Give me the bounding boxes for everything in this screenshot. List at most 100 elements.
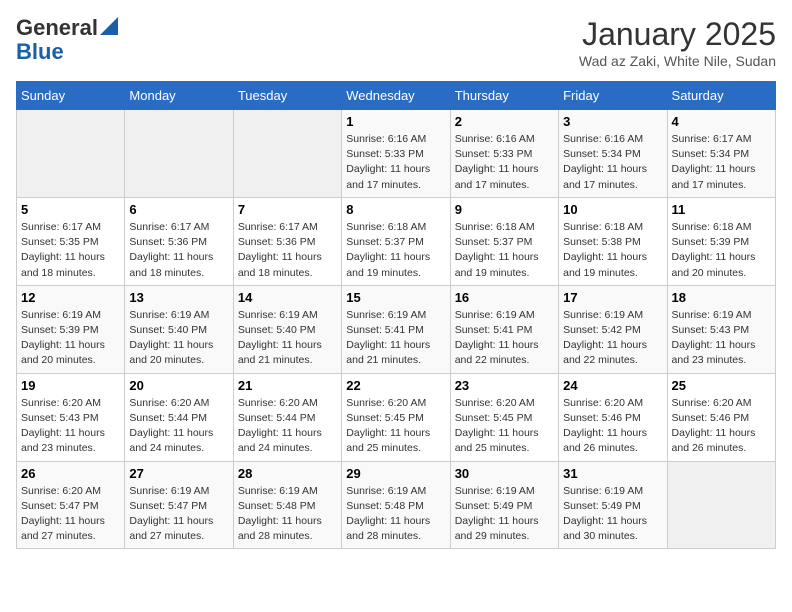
calendar-table: SundayMondayTuesdayWednesdayThursdayFrid… [16,81,776,549]
calendar-week-row: 12Sunrise: 6:19 AM Sunset: 5:39 PM Dayli… [17,285,776,373]
calendar-day-cell [233,110,341,198]
day-info: Sunrise: 6:20 AM Sunset: 5:45 PM Dayligh… [346,396,445,457]
header-day-saturday: Saturday [667,82,775,110]
day-number: 11 [672,202,771,217]
month-title: January 2025 [579,16,776,53]
header-day-wednesday: Wednesday [342,82,450,110]
logo-blue: Blue [16,39,64,64]
calendar-day-cell: 20 Sunrise: 6:20 AM Sunset: 5:44 PM Dayli… [125,373,233,461]
day-number: 24 [563,378,662,393]
day-info: Sunrise: 6:18 AM Sunset: 5:37 PM Dayligh… [455,220,554,281]
calendar-day-cell: 31Sunrise: 6:19 AM Sunset: 5:49 PM Dayli… [559,461,667,549]
calendar-day-cell: 6 Sunrise: 6:17 AM Sunset: 5:36 PM Daylig… [125,197,233,285]
day-number: 3 [563,114,662,129]
day-number: 4 [672,114,771,129]
calendar-day-cell [667,461,775,549]
logo-general: General [16,16,98,40]
day-number: 17 [563,290,662,305]
day-info: Sunrise: 6:18 AM Sunset: 5:39 PM Dayligh… [672,220,771,281]
day-info: Sunrise: 6:19 AM Sunset: 5:49 PM Dayligh… [455,484,554,545]
header-day-tuesday: Tuesday [233,82,341,110]
day-info: Sunrise: 6:19 AM Sunset: 5:41 PM Dayligh… [455,308,554,369]
day-number: 28 [238,466,337,481]
calendar-day-cell: 18 Sunrise: 6:19 AM Sunset: 5:43 PM Dayli… [667,285,775,373]
day-number: 21 [238,378,337,393]
calendar-week-row: 26 Sunrise: 6:20 AM Sunset: 5:47 PM Dayli… [17,461,776,549]
day-info: Sunrise: 6:19 AM Sunset: 5:40 PM Dayligh… [129,308,228,369]
day-info: Sunrise: 6:18 AM Sunset: 5:38 PM Dayligh… [563,220,662,281]
day-info: Sunrise: 6:20 AM Sunset: 5:43 PM Dayligh… [21,396,120,457]
day-number: 2 [455,114,554,129]
calendar-day-cell: 14Sunrise: 6:19 AM Sunset: 5:40 PM Dayli… [233,285,341,373]
calendar-header-row: SundayMondayTuesdayWednesdayThursdayFrid… [17,82,776,110]
calendar-week-row: 5 Sunrise: 6:17 AM Sunset: 5:35 PM Daylig… [17,197,776,285]
day-number: 25 [672,378,771,393]
calendar-day-cell: 10 Sunrise: 6:18 AM Sunset: 5:38 PM Dayli… [559,197,667,285]
calendar-day-cell: 3 Sunrise: 6:16 AM Sunset: 5:34 PM Daylig… [559,110,667,198]
calendar-day-cell: 9 Sunrise: 6:18 AM Sunset: 5:37 PM Daylig… [450,197,558,285]
day-info: Sunrise: 6:19 AM Sunset: 5:43 PM Dayligh… [672,308,771,369]
day-number: 9 [455,202,554,217]
day-number: 31 [563,466,662,481]
day-number: 19 [21,378,120,393]
day-number: 30 [455,466,554,481]
calendar-day-cell: 24Sunrise: 6:20 AM Sunset: 5:46 PM Dayli… [559,373,667,461]
day-info: Sunrise: 6:20 AM Sunset: 5:46 PM Dayligh… [672,396,771,457]
calendar-day-cell: 5 Sunrise: 6:17 AM Sunset: 5:35 PM Daylig… [17,197,125,285]
day-number: 16 [455,290,554,305]
calendar-day-cell: 28 Sunrise: 6:19 AM Sunset: 5:48 PM Dayli… [233,461,341,549]
day-info: Sunrise: 6:17 AM Sunset: 5:35 PM Dayligh… [21,220,120,281]
header-day-thursday: Thursday [450,82,558,110]
day-number: 12 [21,290,120,305]
day-info: Sunrise: 6:16 AM Sunset: 5:34 PM Dayligh… [563,132,662,193]
day-number: 14 [238,290,337,305]
logo-triangle-icon [100,17,118,35]
header-day-monday: Monday [125,82,233,110]
day-info: Sunrise: 6:18 AM Sunset: 5:37 PM Dayligh… [346,220,445,281]
header-day-friday: Friday [559,82,667,110]
calendar-day-cell [17,110,125,198]
day-number: 6 [129,202,228,217]
day-info: Sunrise: 6:20 AM Sunset: 5:45 PM Dayligh… [455,396,554,457]
calendar-day-cell: 16 Sunrise: 6:19 AM Sunset: 5:41 PM Dayli… [450,285,558,373]
calendar-day-cell: 29 Sunrise: 6:19 AM Sunset: 5:48 PM Dayli… [342,461,450,549]
title-block: January 2025 Wad az Zaki, White Nile, Su… [579,16,776,69]
calendar-day-cell: 25 Sunrise: 6:20 AM Sunset: 5:46 PM Dayli… [667,373,775,461]
day-info: Sunrise: 6:19 AM Sunset: 5:42 PM Dayligh… [563,308,662,369]
day-info: Sunrise: 6:19 AM Sunset: 5:41 PM Dayligh… [346,308,445,369]
calendar-day-cell [125,110,233,198]
page-header: General Blue January 2025 Wad az Zaki, W… [16,16,776,69]
calendar-week-row: 19 Sunrise: 6:20 AM Sunset: 5:43 PM Dayli… [17,373,776,461]
day-number: 26 [21,466,120,481]
calendar-day-cell: 1Sunrise: 6:16 AM Sunset: 5:33 PM Daylig… [342,110,450,198]
header-day-sunday: Sunday [17,82,125,110]
day-info: Sunrise: 6:20 AM Sunset: 5:44 PM Dayligh… [238,396,337,457]
day-info: Sunrise: 6:19 AM Sunset: 5:48 PM Dayligh… [238,484,337,545]
day-number: 7 [238,202,337,217]
day-number: 10 [563,202,662,217]
calendar-day-cell: 2 Sunrise: 6:16 AM Sunset: 5:33 PM Daylig… [450,110,558,198]
day-info: Sunrise: 6:19 AM Sunset: 5:48 PM Dayligh… [346,484,445,545]
calendar-day-cell: 7Sunrise: 6:17 AM Sunset: 5:36 PM Daylig… [233,197,341,285]
day-number: 18 [672,290,771,305]
day-number: 29 [346,466,445,481]
day-info: Sunrise: 6:20 AM Sunset: 5:47 PM Dayligh… [21,484,120,545]
day-info: Sunrise: 6:17 AM Sunset: 5:36 PM Dayligh… [129,220,228,281]
day-number: 20 [129,378,228,393]
calendar-day-cell: 17 Sunrise: 6:19 AM Sunset: 5:42 PM Dayli… [559,285,667,373]
calendar-day-cell: 26 Sunrise: 6:20 AM Sunset: 5:47 PM Dayli… [17,461,125,549]
calendar-day-cell: 8 Sunrise: 6:18 AM Sunset: 5:37 PM Daylig… [342,197,450,285]
calendar-day-cell: 19 Sunrise: 6:20 AM Sunset: 5:43 PM Dayli… [17,373,125,461]
calendar-day-cell: 4 Sunrise: 6:17 AM Sunset: 5:34 PM Daylig… [667,110,775,198]
calendar-day-cell: 21 Sunrise: 6:20 AM Sunset: 5:44 PM Dayli… [233,373,341,461]
day-number: 5 [21,202,120,217]
day-info: Sunrise: 6:17 AM Sunset: 5:34 PM Dayligh… [672,132,771,193]
calendar-day-cell: 13Sunrise: 6:19 AM Sunset: 5:40 PM Dayli… [125,285,233,373]
day-number: 1 [346,114,445,129]
day-number: 8 [346,202,445,217]
calendar-day-cell: 27Sunrise: 6:19 AM Sunset: 5:47 PM Dayli… [125,461,233,549]
day-info: Sunrise: 6:16 AM Sunset: 5:33 PM Dayligh… [455,132,554,193]
day-number: 15 [346,290,445,305]
day-info: Sunrise: 6:20 AM Sunset: 5:44 PM Dayligh… [129,396,228,457]
calendar-day-cell: 30 Sunrise: 6:19 AM Sunset: 5:49 PM Dayli… [450,461,558,549]
